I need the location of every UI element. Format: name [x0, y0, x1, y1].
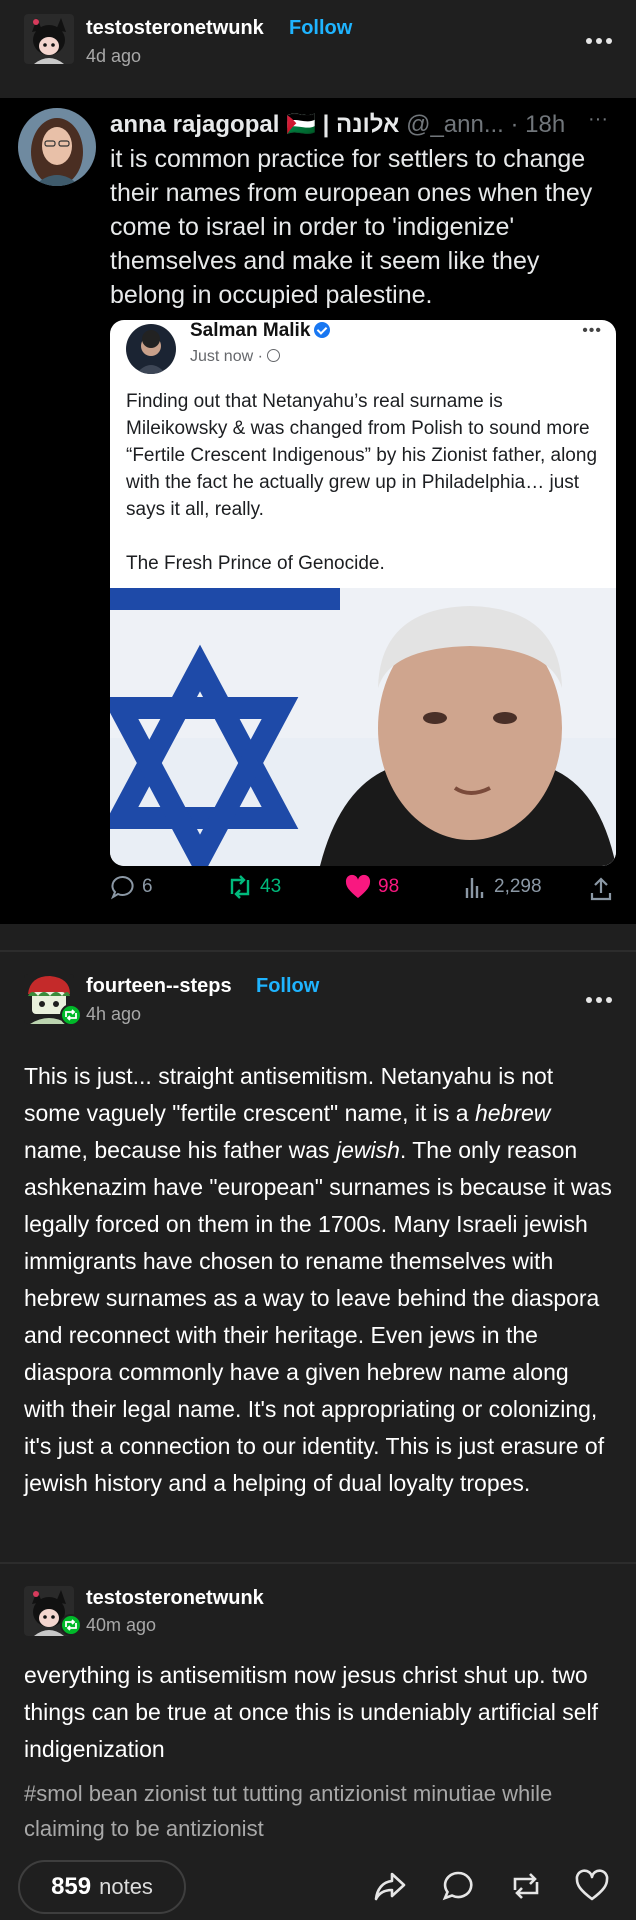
- tweet-views: 2,298: [462, 874, 542, 900]
- quoted-text-paragraph-2: The Fresh Prince of Genocide.: [126, 553, 385, 574]
- verified-badge-icon: [314, 322, 331, 338]
- tweet-author-name: anna rajagopal 🇵🇸 | אלונה @_ann... · 18h: [110, 110, 565, 139]
- op-avatar[interactable]: [24, 14, 74, 64]
- tweet-author-display-name: anna rajagopal 🇵🇸 | אלונה: [110, 111, 400, 138]
- tweet-share-icon: [590, 877, 612, 901]
- reply2-username[interactable]: testosteronetwunk: [86, 1587, 264, 1610]
- reply-icon[interactable]: [440, 1868, 476, 1904]
- quoted-more-icon: •••: [582, 322, 602, 339]
- reply2-timestamp[interactable]: 40m ago: [86, 1615, 156, 1636]
- notes-label: notes: [99, 1874, 153, 1899]
- tweet-more-icon: ···: [588, 108, 608, 130]
- views-chart-icon: [465, 878, 484, 898]
- heart-filled-icon: [345, 874, 371, 898]
- reply1-text-part-c: . The only reason ashkenazim have "europ…: [24, 1137, 612, 1496]
- tweet-text: it is common practice for settlers to ch…: [110, 145, 593, 309]
- tweet-likes: 98: [344, 874, 399, 900]
- tweet-views-count: 2,298: [494, 876, 542, 897]
- tweet-replies-count: 6: [142, 876, 153, 897]
- reply1-username[interactable]: fourteen--steps: [86, 975, 232, 998]
- reply2-body: everything is antisemitism now jesus chr…: [24, 1662, 599, 1762]
- tweet-likes-count: 98: [378, 876, 400, 897]
- reply1-text-part-b: name, because his father was: [24, 1137, 336, 1163]
- notes-button[interactable]: 859 notes: [18, 1860, 186, 1914]
- reply-bubble-icon: [110, 876, 134, 900]
- reply1-emphasis-jewish: jewish: [335, 1137, 400, 1163]
- reblog-icon[interactable]: [508, 1868, 544, 1904]
- tweet-retweets-count: 43: [260, 876, 282, 897]
- reply1-more-dots-icon[interactable]: [586, 997, 612, 1005]
- reply1-follow-button[interactable]: Follow: [256, 975, 319, 998]
- reply1-timestamp[interactable]: 4h ago: [86, 1004, 141, 1025]
- op-timestamp[interactable]: 4d ago: [86, 46, 141, 67]
- reply2-reblog-badge: [60, 1614, 82, 1636]
- share-icon[interactable]: [372, 1868, 408, 1904]
- post-tags[interactable]: #smol bean zionist tut tutting antizioni…: [24, 1776, 624, 1846]
- quoted-author-avatar: [126, 324, 176, 374]
- quoted-facebook-post: Salman Malik Just now · ••• Finding out …: [110, 320, 616, 866]
- retweet-icon: [230, 875, 250, 899]
- reply1-emphasis-hebrew: hebrew: [474, 1100, 551, 1126]
- reply1-reblog-badge: [60, 1004, 82, 1026]
- reply1-text-part-a: This is just... straight antisemitism. N…: [24, 1063, 554, 1126]
- quoted-author-name-text: Salman Malik: [190, 320, 311, 341]
- quoted-author-name: Salman Malik: [190, 320, 331, 342]
- quoted-time: Just now ·: [190, 348, 281, 366]
- like-icon[interactable]: [574, 1868, 610, 1904]
- quoted-text: Finding out that Netanyahu’s real surnam…: [126, 388, 600, 577]
- reblog-badge-icon: [65, 1009, 77, 1021]
- tweet-replies: 6: [110, 874, 153, 900]
- tweet-author-avatar: [18, 108, 96, 186]
- tweet-action-bar: 6 43 98 2,298: [0, 874, 636, 914]
- post-divider: [0, 950, 636, 952]
- tweet-retweets: 43: [226, 874, 281, 900]
- op-username[interactable]: testosteronetwunk: [86, 17, 264, 40]
- notes-count: 859: [51, 1873, 92, 1900]
- op-follow-button[interactable]: Follow: [289, 17, 352, 40]
- more-dots-icon[interactable]: [586, 38, 612, 46]
- quoted-time-text: Just now ·: [190, 348, 268, 365]
- quoted-text-paragraph-1: Finding out that Netanyahu’s real surnam…: [126, 391, 598, 520]
- netanyahu-photo: [110, 588, 616, 866]
- tweet-screenshot: anna rajagopal 🇵🇸 | אלונה @_ann... · 18h…: [0, 98, 636, 924]
- reblog-badge-icon: [65, 1619, 77, 1631]
- tweet-handle-time: @_ann... · 18h: [406, 111, 566, 138]
- post-divider: [0, 1562, 636, 1564]
- reply1-body: This is just... straight antisemitism. N…: [24, 1058, 614, 1502]
- globe-icon: [267, 349, 281, 362]
